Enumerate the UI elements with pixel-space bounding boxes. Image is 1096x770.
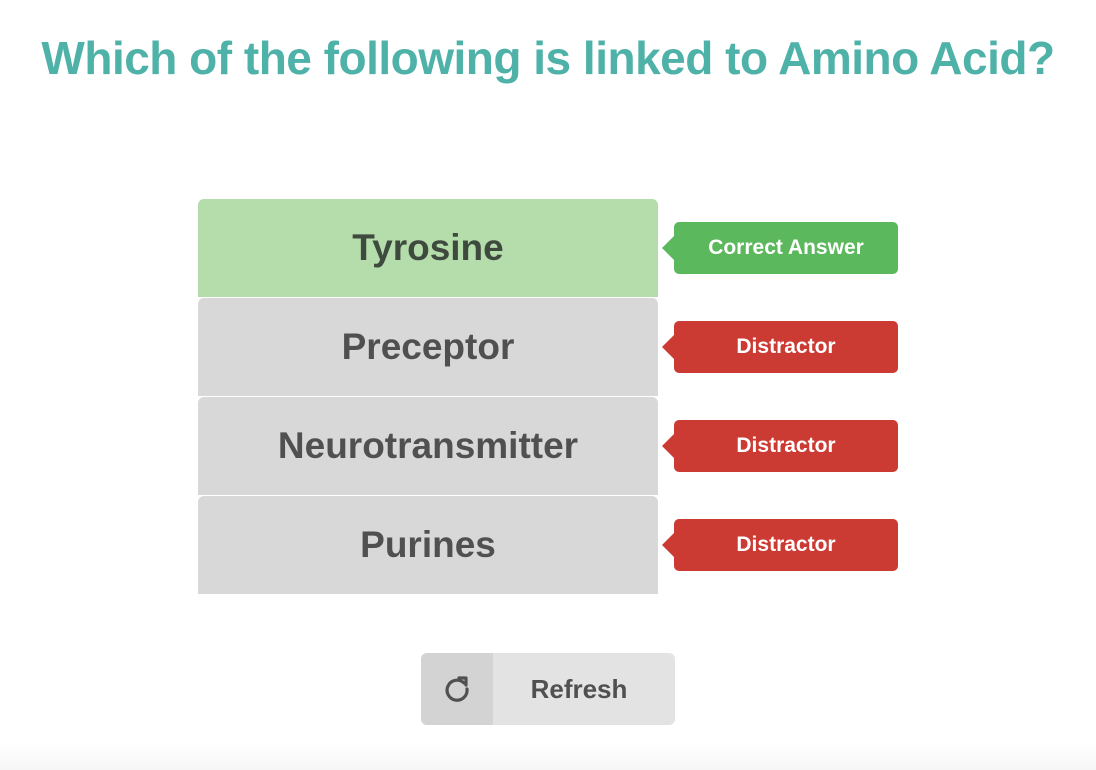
answer-option[interactable]: Tyrosine [198, 199, 658, 297]
correct-answer-badge: Correct Answer [662, 222, 898, 274]
option-row: Tyrosine Correct Answer [198, 199, 898, 298]
option-row: Preceptor Distractor [198, 298, 898, 397]
distractor-badge: Distractor [662, 519, 898, 571]
distractor-badge: Distractor [662, 321, 898, 373]
question-title: Which of the following is linked to Amin… [41, 32, 1055, 84]
answer-options: Tyrosine Correct Answer Preceptor Distra… [198, 199, 898, 595]
answer-option[interactable]: Neurotransmitter [198, 397, 658, 495]
answer-option[interactable]: Preceptor [198, 298, 658, 396]
answer-option[interactable]: Purines [198, 496, 658, 594]
quiz-page: Which of the following is linked to Amin… [0, 0, 1096, 770]
refresh-icon [445, 676, 469, 702]
option-row: Purines Distractor [198, 496, 898, 595]
refresh-label: Refresh [530, 673, 628, 704]
refresh-icon-container [421, 653, 493, 725]
option-row: Neurotransmitter Distractor [198, 397, 898, 496]
distractor-badge: Distractor [662, 420, 898, 472]
refresh-button[interactable]: Refresh [421, 653, 675, 725]
